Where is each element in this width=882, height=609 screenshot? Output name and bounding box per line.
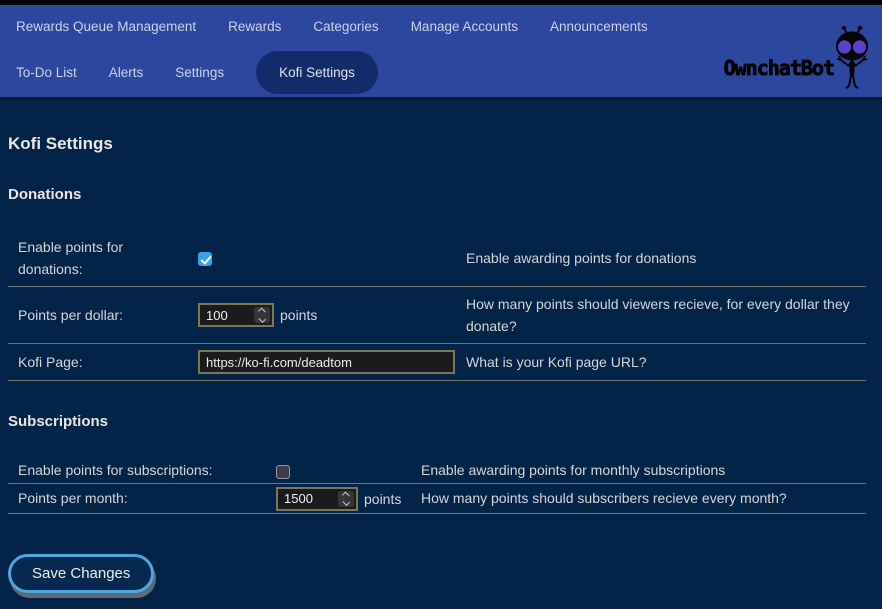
chevron-up-icon[interactable] [258,308,265,315]
nav-item-manage-accounts[interactable]: Manage Accounts [411,19,518,34]
setting-description: How many points should subscribers recie… [411,484,866,513]
subscriptions-heading: Subscriptions [8,413,866,430]
chevron-up-icon[interactable] [342,491,349,498]
setting-label: Points per dollar: [8,287,188,344]
setting-label: Points per month: [8,484,266,513]
robot-mascot-icon [828,22,876,92]
enable-subscriptions-checkbox[interactable] [276,465,290,479]
number-stepper[interactable] [254,307,270,323]
setting-row-enable-subscriptions: Enable points for subscriptions: Enable … [8,457,866,484]
donations-section: Donations Enable points for donations: E… [8,186,866,381]
setting-description: Enable awarding points for donations [456,230,866,287]
setting-row-points-per-month: Points per month: points How many points… [8,484,866,513]
logo-text: OwnchatBot [724,56,834,80]
page-title: Kofi Settings [8,134,866,154]
points-per-dollar-input[interactable] [198,303,274,327]
setting-label: Enable points for donations: [8,230,188,287]
nav-item-announcements[interactable]: Announcements [550,19,648,34]
top-navigation: Rewards Queue Management Rewards Categor… [0,5,882,100]
ownchatbot-logo: OwnchatBot [724,21,876,93]
setting-description: What is your Kofi page URL? [456,344,866,381]
points-suffix: points [280,307,317,323]
subscriptions-settings-table: Enable points for subscriptions: Enable … [8,457,866,513]
donations-settings-table: Enable points for donations: Enable awar… [8,230,866,381]
nav-item-rewards[interactable]: Rewards [228,19,281,34]
points-per-month-value[interactable] [278,489,336,509]
setting-label: Enable points for subscriptions: [8,457,266,484]
nav-item-todo-list[interactable]: To-Do List [16,65,77,80]
enable-donations-checkbox[interactable] [198,252,212,266]
subscriptions-section: Subscriptions Enable points for subscrip… [8,413,866,513]
main-content: Kofi Settings Donations Enable points fo… [0,134,882,593]
kofi-page-input[interactable] [198,350,455,374]
setting-description: How many points should viewers recieve, … [456,287,866,344]
nav-item-categories[interactable]: Categories [313,19,378,34]
setting-label: Kofi Page: [8,344,188,381]
setting-row-kofi-page: Kofi Page: What is your Kofi page URL? [8,344,866,381]
points-suffix: points [364,491,401,507]
nav-item-settings[interactable]: Settings [175,65,224,80]
save-changes-button[interactable]: Save Changes [8,554,154,593]
nav-item-kofi-settings[interactable]: Kofi Settings [256,51,378,94]
nav-item-rewards-queue-management[interactable]: Rewards Queue Management [16,19,196,34]
setting-description: Enable awarding points for monthly subsc… [411,457,866,484]
chevron-down-icon[interactable] [258,315,265,322]
points-per-month-input[interactable] [276,487,358,511]
setting-row-points-per-dollar: Points per dollar: points How many point… [8,287,866,344]
donations-heading: Donations [8,186,866,203]
points-per-dollar-value[interactable] [200,305,252,325]
nav-item-alerts[interactable]: Alerts [109,65,144,80]
chevron-down-icon[interactable] [342,499,349,506]
number-stepper[interactable] [338,491,354,507]
setting-row-enable-donations: Enable points for donations: Enable awar… [8,230,866,287]
